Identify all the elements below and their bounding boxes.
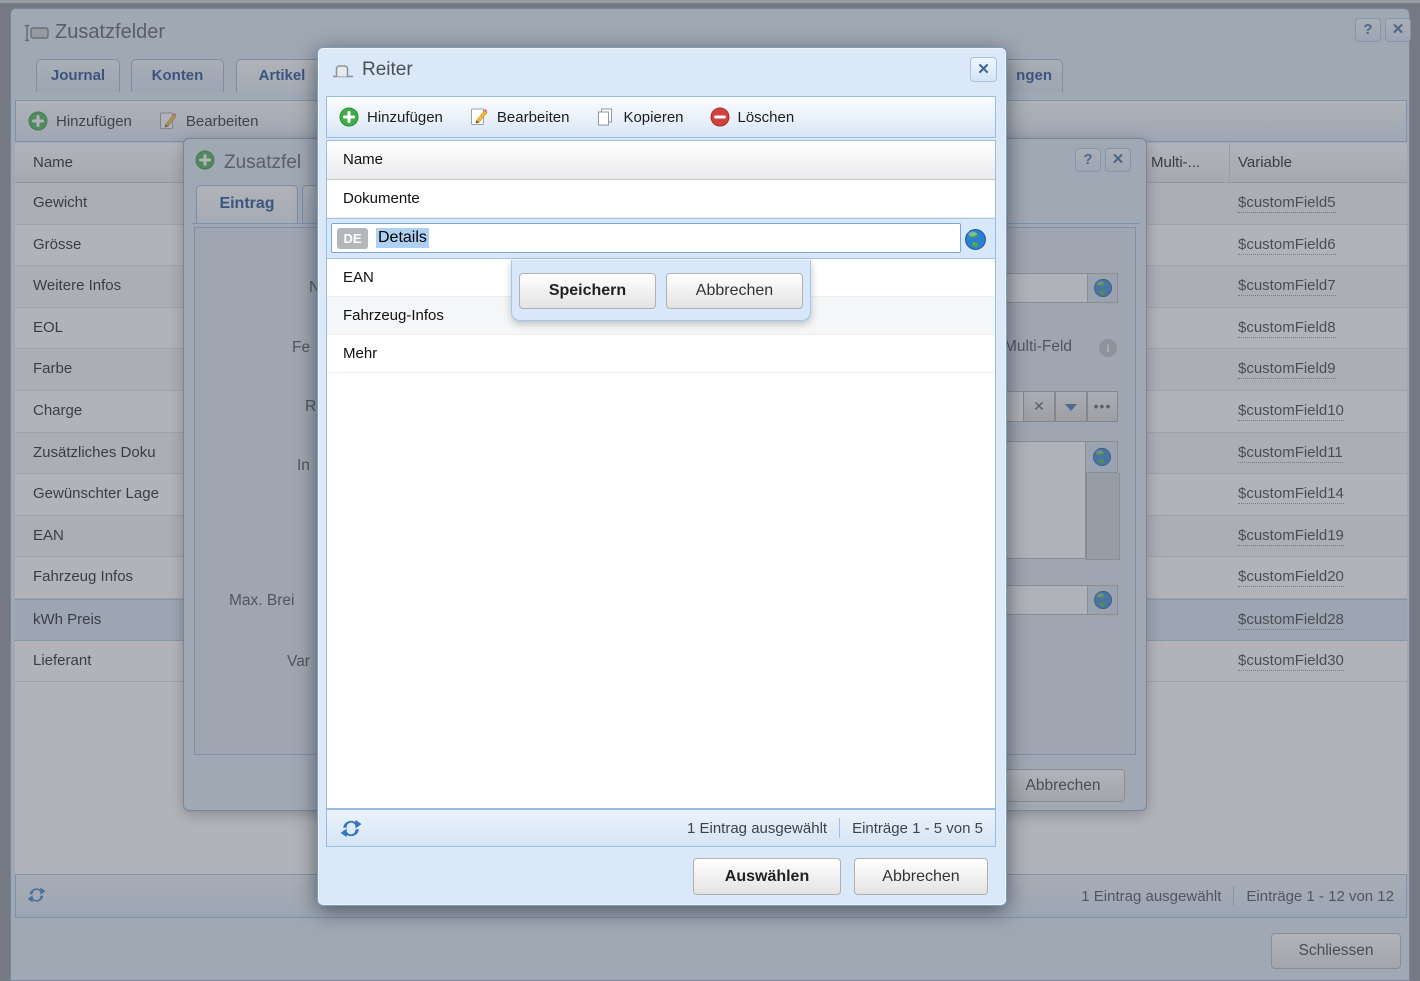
select-button[interactable]: Auswählen [693,858,841,895]
tab-widget-icon [332,62,354,78]
add-button[interactable]: Hinzufügen [339,107,443,127]
reiter-table: Name Dokumente DE Details EAN Fahrzeug-I… [326,140,996,809]
column-header-name[interactable]: Name [327,141,995,180]
copy-button[interactable]: Kopieren [595,107,683,127]
globe-icon[interactable] [964,228,987,251]
save-button[interactable]: Speichern [519,273,656,309]
status-separator [839,818,840,838]
edit-icon [469,107,489,127]
refresh-icon[interactable] [339,817,362,840]
delete-label: Löschen [738,109,795,126]
language-badge: DE [337,228,368,249]
copy-label: Kopieren [623,109,683,126]
copy-icon [595,107,615,127]
tab-name-value-selected: Details [376,228,429,248]
add-icon [339,107,359,127]
row-editor: DE Details [327,218,995,259]
delete-button[interactable]: Löschen [710,107,795,127]
dialog-title: Reiter [362,59,413,81]
list-item[interactable]: Mehr [327,335,995,373]
reiter-dialog: Reiter ✕ Hinzufügen Bearbeiten Kopieren … [317,47,1007,906]
list-item[interactable]: Dokumente [327,180,995,218]
status-selected-count: 1 Eintrag ausgewählt [687,820,827,837]
add-label: Hinzufügen [367,109,443,126]
cancel-button[interactable]: Abbrechen [854,858,988,895]
edit-button[interactable]: Bearbeiten [469,107,570,127]
delete-icon [710,107,730,127]
tab-name-input[interactable]: DE Details [331,223,961,253]
status-range: Einträge 1 - 5 von 5 [852,820,983,837]
reiter-toolbar: Hinzufügen Bearbeiten Kopieren Löschen [326,96,996,138]
cancel-edit-button[interactable]: Abbrechen [666,273,803,309]
reiter-statusbar: 1 Eintrag ausgewählt Einträge 1 - 5 von … [326,809,996,847]
edit-label: Bearbeiten [497,109,570,126]
close-dialog-button[interactable]: ✕ [970,57,997,82]
editor-button-popup: Speichern Abbrechen [511,260,811,321]
